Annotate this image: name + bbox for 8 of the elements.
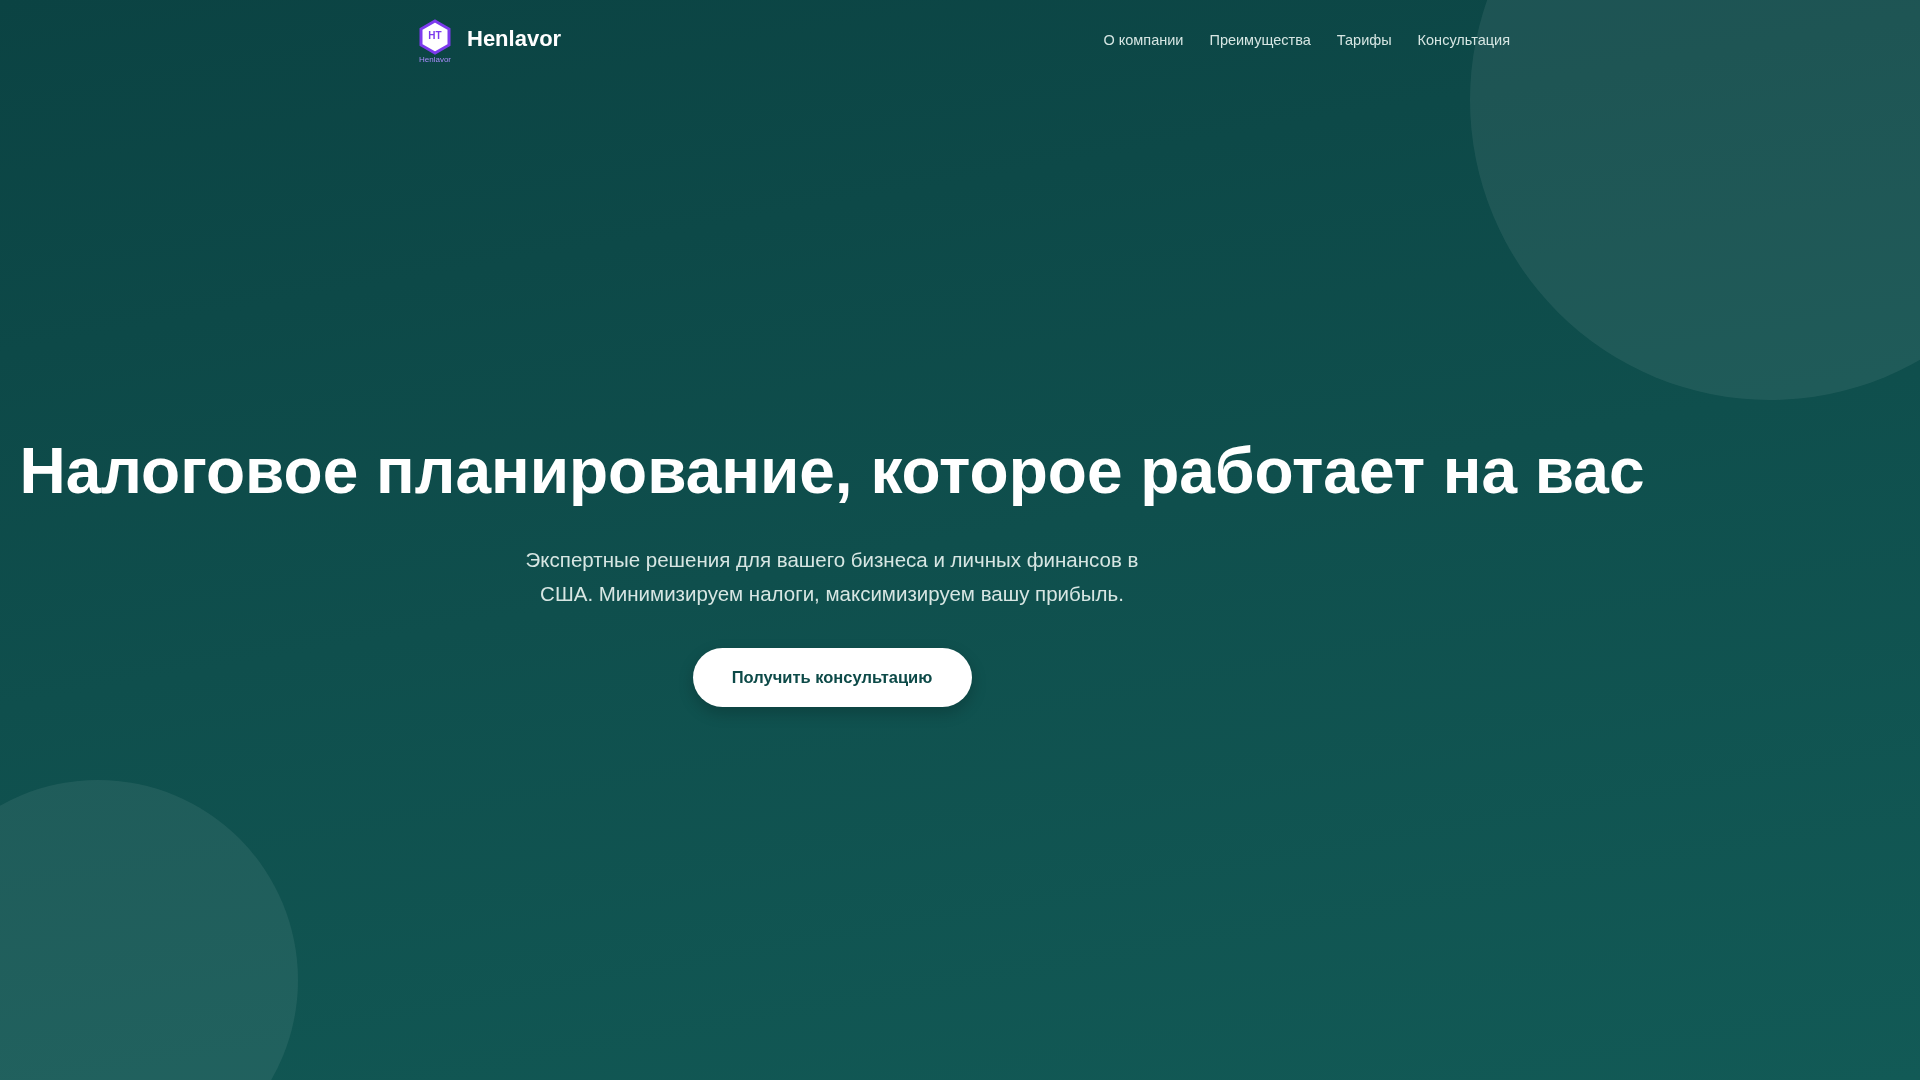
nav-link[interactable]: Консультация	[1417, 32, 1510, 48]
nav-link[interactable]: О компании	[1103, 32, 1184, 48]
hero-heading: Налоговое планирование, которое работает на вас	[19, 434, 1645, 509]
consultation-button[interactable]: Получить консультацию	[692, 648, 972, 707]
nav-link[interactable]: Преимущества	[1209, 32, 1311, 48]
nav-link[interactable]: Тарифы	[1336, 32, 1392, 48]
brand-name[interactable]: Henlavor	[467, 26, 562, 52]
hero-subtitle: Экспертные решения для вашего бизнеса и личных финансов в США. Минимизируем налоги, максимизируем вашу прибыль.	[524, 547, 1140, 607]
